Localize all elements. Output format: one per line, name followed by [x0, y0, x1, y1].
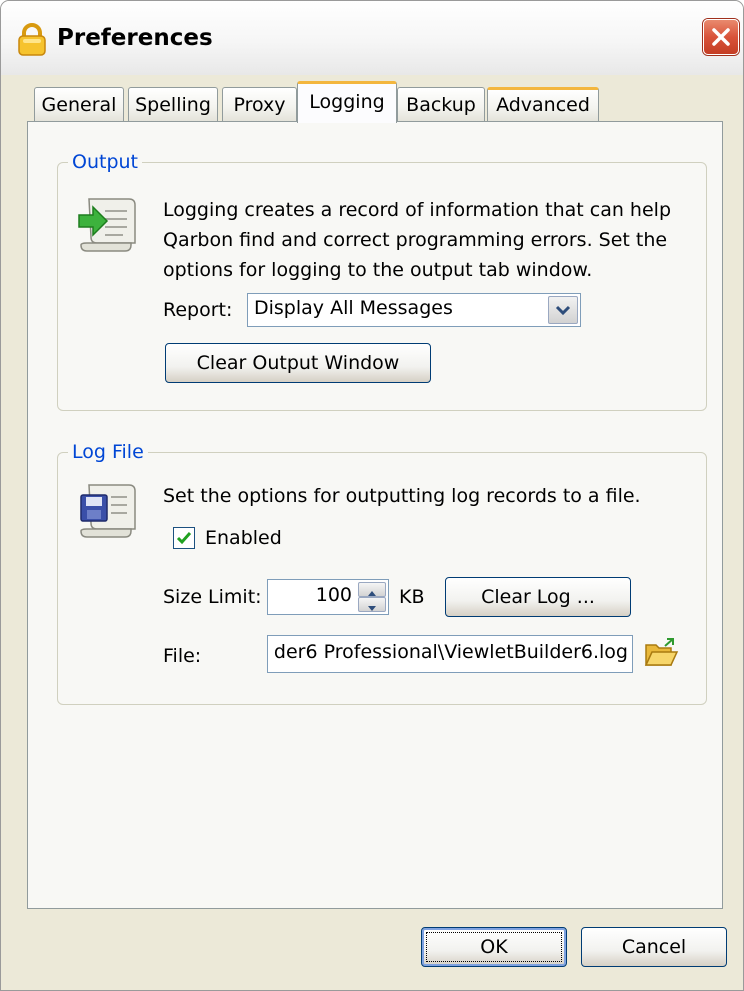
- spin-down-button[interactable]: [358, 597, 386, 612]
- focus-ring: [426, 932, 562, 962]
- size-limit-value: 100: [315, 584, 352, 606]
- log-file-path-input[interactable]: der6 Professional\ViewletBuilder6.log: [267, 635, 633, 673]
- clear-output-window-button[interactable]: Clear Output Window: [165, 343, 431, 383]
- size-unit: KB: [399, 586, 425, 608]
- title-bar: Preferences: [1, 1, 743, 75]
- enabled-label: Enabled: [205, 527, 282, 549]
- file-label: File:: [163, 645, 202, 667]
- enabled-checkbox[interactable]: [173, 527, 195, 549]
- scroll-disk-icon: [77, 479, 137, 546]
- output-description-line-1: Logging creates a record of information …: [163, 199, 671, 221]
- clear-log-button[interactable]: Clear Log ...: [445, 577, 631, 617]
- size-limit-stepper[interactable]: 100: [267, 579, 389, 615]
- log-file-legend: Log File: [72, 441, 144, 463]
- report-value: Display All Messages: [254, 297, 453, 319]
- tab-proxy[interactable]: Proxy: [222, 87, 297, 121]
- spin-arrows-icon: [358, 582, 386, 612]
- report-label: Report:: [163, 299, 233, 321]
- spin-up-button[interactable]: [358, 582, 386, 597]
- report-select[interactable]: Display All Messages: [247, 293, 581, 327]
- file-path-value: der6 Professional\ViewletBuilder6.log: [273, 641, 628, 663]
- log-file-description: Set the options for outputting log recor…: [163, 485, 641, 507]
- preferences-window: Preferences General Spelling Proxy Loggi…: [0, 0, 744, 991]
- output-legend: Output: [72, 151, 138, 173]
- folder-open-icon[interactable]: [643, 637, 679, 676]
- tab-advanced[interactable]: Advanced: [487, 87, 599, 121]
- close-icon: [712, 28, 730, 46]
- lock-icon: [15, 23, 49, 57]
- window-title: Preferences: [57, 25, 213, 51]
- close-button[interactable]: [703, 19, 739, 55]
- cancel-button[interactable]: Cancel: [581, 927, 727, 967]
- tab-general[interactable]: General: [34, 87, 124, 121]
- scroll-arrow-icon: [77, 193, 137, 260]
- tab-backup[interactable]: Backup: [397, 87, 485, 121]
- size-limit-label: Size Limit:: [163, 586, 262, 608]
- tab-logging[interactable]: Logging: [297, 81, 397, 123]
- output-description-line-3: options for logging to the output tab wi…: [163, 259, 593, 281]
- chevron-down-icon[interactable]: [548, 296, 578, 324]
- ok-button[interactable]: OK: [421, 927, 567, 967]
- output-description-line-2: Qarbon find and correct programming erro…: [163, 229, 668, 251]
- checkmark-icon: [176, 532, 192, 545]
- tab-spelling[interactable]: Spelling: [128, 87, 218, 121]
